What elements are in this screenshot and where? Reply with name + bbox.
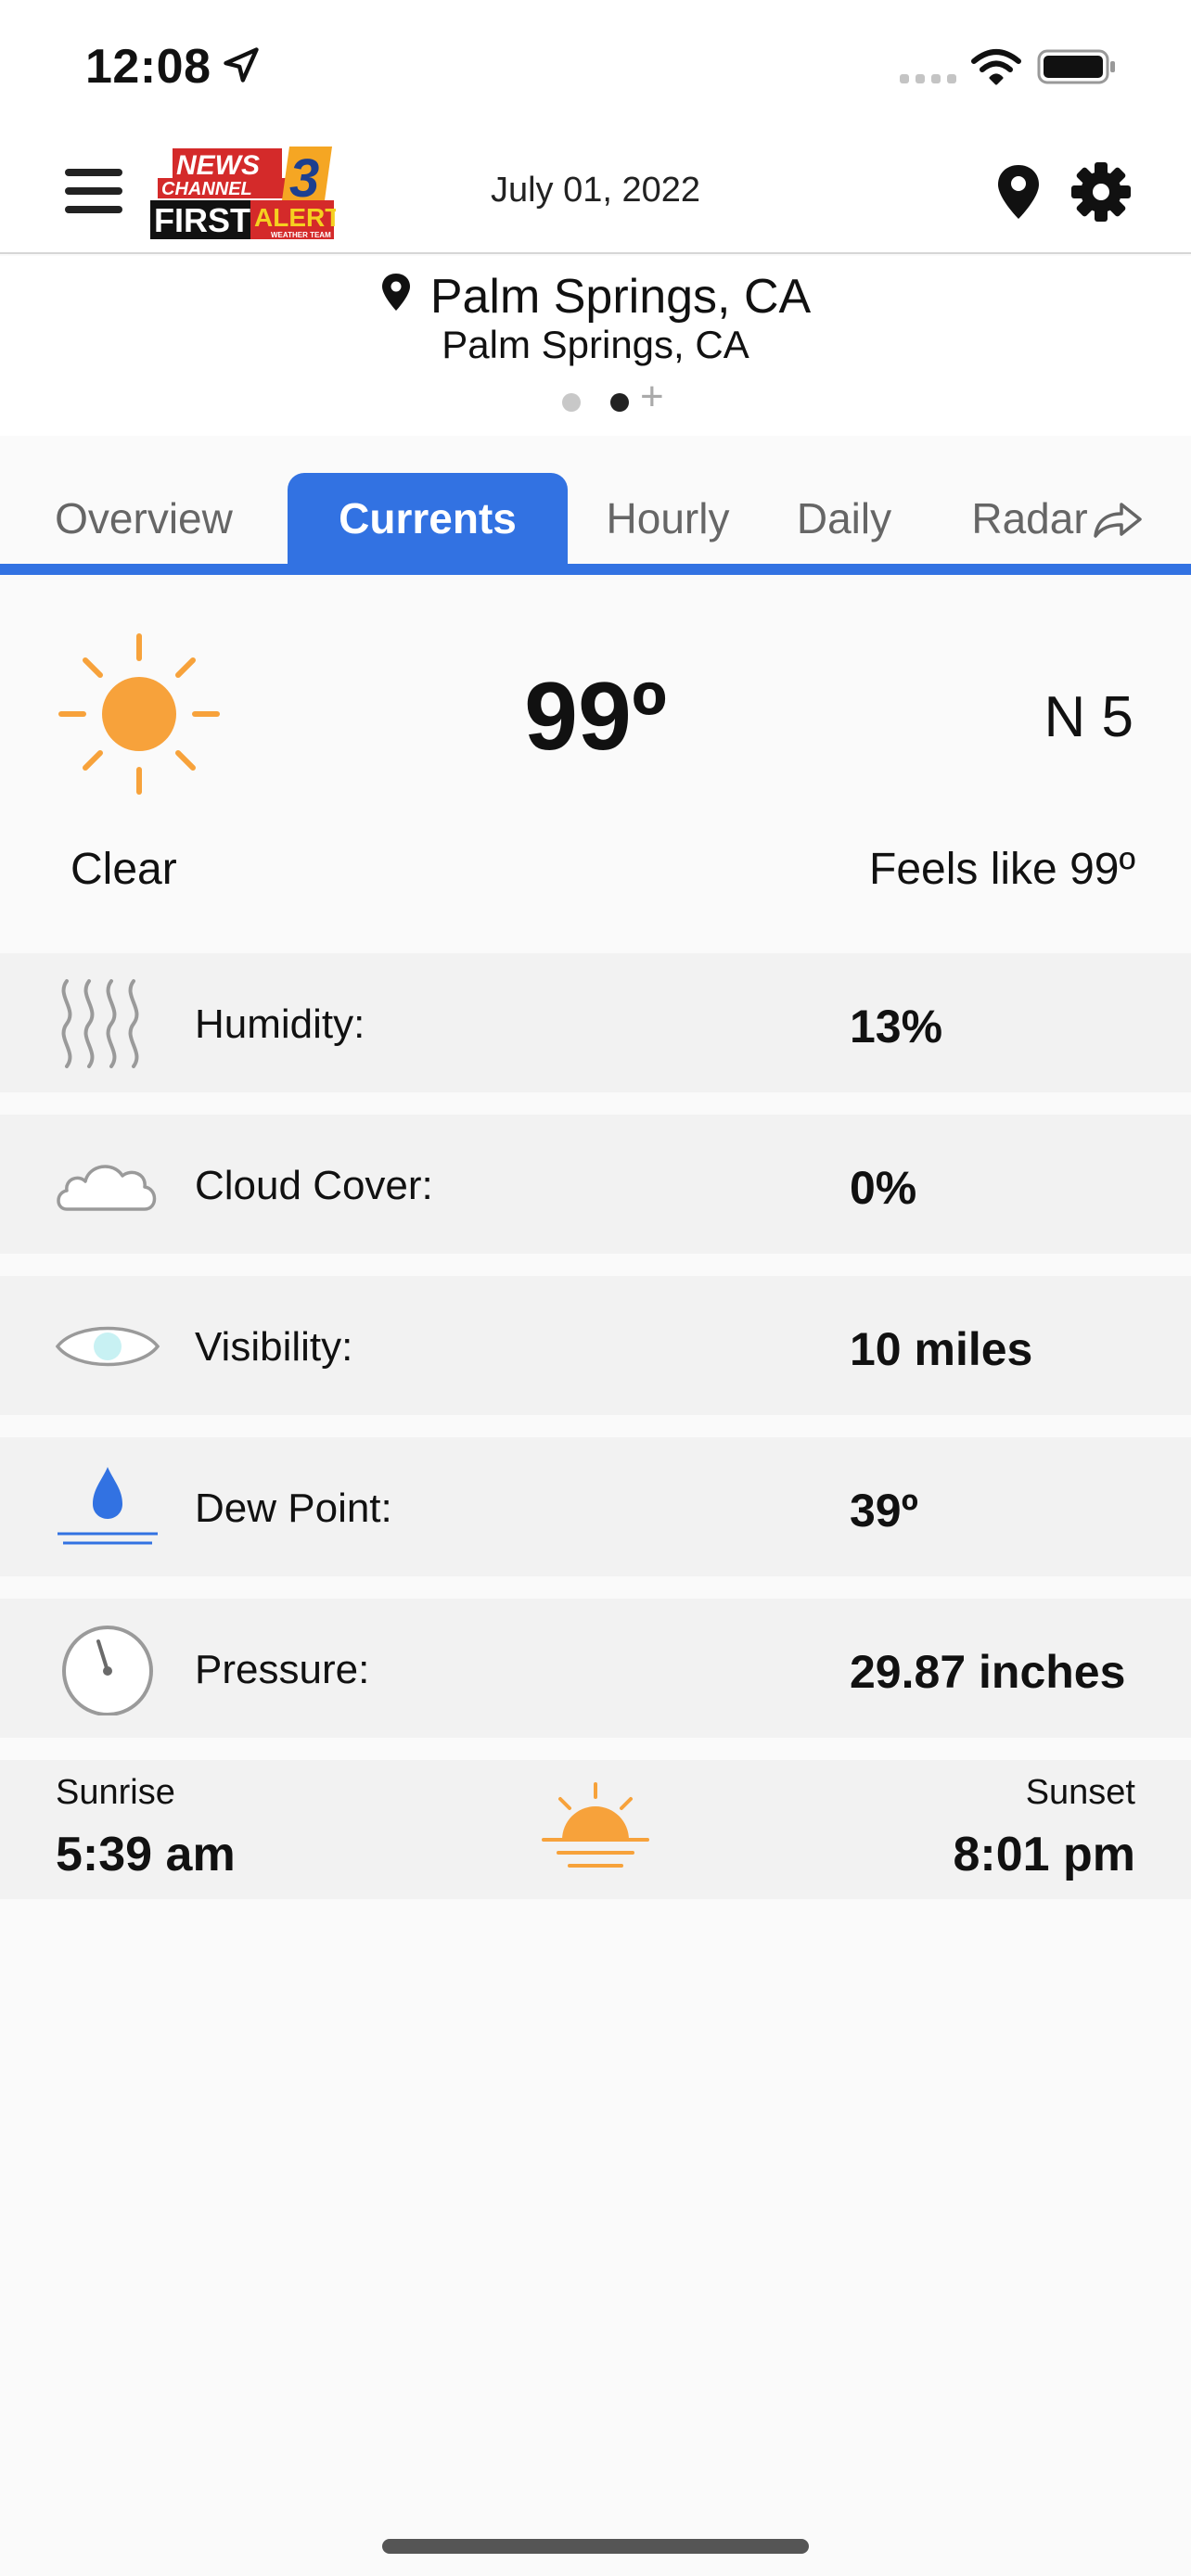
humidity-icon <box>61 979 139 1068</box>
svg-text:CHANNEL: CHANNEL <box>161 179 252 199</box>
eye-icon <box>55 1326 160 1367</box>
visibility-value: 10 miles <box>850 1323 1033 1375</box>
tab-hourly[interactable]: Hourly <box>584 473 751 564</box>
location-page-indicator[interactable]: + <box>557 376 677 419</box>
tab-underline <box>0 564 1191 575</box>
page-dot-2-active[interactable] <box>610 393 629 412</box>
svg-text:ALERT: ALERT <box>254 203 336 232</box>
condition-text: Clear <box>70 845 177 894</box>
detail-row-humidity: Humidity: 13% <box>0 953 1191 1092</box>
tab-daily[interactable]: Daily <box>779 473 909 564</box>
cloud-cover-value: 0% <box>850 1162 917 1214</box>
location-selector[interactable]: Palm Springs, CA Palm Springs, CA + <box>0 256 1191 436</box>
sunset-label: Sunset <box>1025 1773 1135 1812</box>
share-arrow-icon <box>1093 503 1142 538</box>
location-pin-icon[interactable] <box>994 163 1043 221</box>
dew-point-value: 39º <box>850 1485 918 1537</box>
location-city: Palm Springs, CA <box>429 270 812 324</box>
sunrise-label: Sunrise <box>56 1773 175 1812</box>
sun-horizon-icon <box>542 1782 649 1868</box>
detail-row-dew-point: Dew Point: 39º <box>0 1437 1191 1576</box>
feels-like-text: Feels like 99º <box>869 845 1135 894</box>
weather-app-screen: 12:08 NEWS CHANNEL 3 FIRST ALERT WEATHER… <box>0 0 1191 2576</box>
tab-bar: Overview Currents Hourly Daily Radar <box>0 436 1191 577</box>
visibility-label: Visibility: <box>195 1324 353 1370</box>
current-conditions: 99º N 5 Clear Feels like 99º <box>0 577 1191 951</box>
battery-icon <box>1037 49 1115 84</box>
cloud-icon <box>57 1165 157 1211</box>
svg-text:3: 3 <box>289 148 319 209</box>
sunset-value: 8:01 pm <box>953 1828 1135 1881</box>
add-location-plus-icon[interactable]: + <box>640 376 664 417</box>
cloud-cover-label: Cloud Cover: <box>195 1163 433 1208</box>
hamburger-menu-icon[interactable] <box>65 165 122 217</box>
status-bar: 12:08 <box>0 0 1191 130</box>
humidity-value: 13% <box>850 1001 943 1052</box>
location-arrow-icon <box>224 47 259 83</box>
sunrise-sunset-row: Sunrise 5:39 am Sunset 8:01 pm <box>0 1760 1191 1899</box>
pressure-label: Pressure: <box>195 1647 370 1692</box>
location-pin-small-icon <box>381 274 410 311</box>
tab-radar-label: Radar <box>971 494 1088 542</box>
detail-row-pressure: Pressure: 29.87 inches <box>0 1599 1191 1738</box>
dew-point-label: Dew Point: <box>195 1486 392 1531</box>
home-indicator[interactable] <box>382 2539 809 2554</box>
status-time: 12:08 <box>85 40 211 94</box>
settings-gear-icon[interactable] <box>1070 161 1132 223</box>
gauge-icon <box>62 1626 153 1715</box>
svg-text:WEATHER TEAM: WEATHER TEAM <box>271 231 331 239</box>
sunrise-value: 5:39 am <box>56 1828 236 1881</box>
sun-clear-icon <box>58 633 220 795</box>
humidity-label: Humidity: <box>195 1001 365 1047</box>
pressure-value: 29.87 inches <box>850 1646 1126 1698</box>
dew-drop-icon <box>58 1467 158 1545</box>
page-dot-1[interactable] <box>562 393 581 412</box>
wind-readout: N 5 <box>1044 685 1133 749</box>
detail-row-cloud-cover: Cloud Cover: 0% <box>0 1115 1191 1254</box>
news-channel-3-logo: NEWS CHANNEL 3 FIRST ALERT WEATHER TEAM <box>150 147 336 239</box>
tab-radar[interactable]: Radar <box>955 473 1159 564</box>
wifi-icon <box>971 49 1021 85</box>
header-date: July 01, 2022 <box>490 171 701 210</box>
tab-currents[interactable]: Currents <box>288 473 568 564</box>
detail-row-visibility: Visibility: 10 miles <box>0 1276 1191 1415</box>
current-temperature: 99º <box>524 663 667 771</box>
app-header: NEWS CHANNEL 3 FIRST ALERT WEATHER TEAM … <box>0 130 1191 254</box>
tab-overview[interactable]: Overview <box>28 473 260 564</box>
svg-text:NEWS: NEWS <box>176 150 260 181</box>
svg-text:FIRST: FIRST <box>154 201 250 239</box>
cellular-signal-icon <box>900 74 956 83</box>
location-subtitle: Palm Springs, CA <box>442 323 749 366</box>
